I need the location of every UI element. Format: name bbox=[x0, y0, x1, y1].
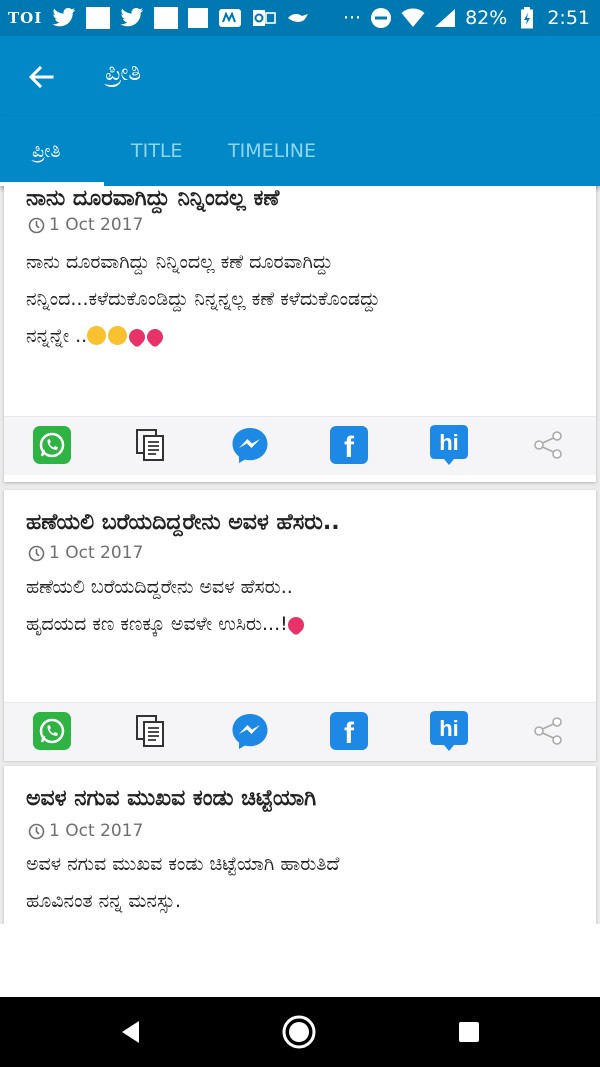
post-line: ಹೂವಿನಂತ ನನ್ನ ಮನಸ್ಸು. bbox=[26, 890, 181, 912]
post-line-text: ನನ್ನನ್ನೇ .. bbox=[26, 325, 88, 347]
hike-icon[interactable]: hi bbox=[430, 711, 468, 751]
post-line-text: ಹೃದಯದ ಕಣ ಕಣಕ್ಕೂ ಅವಳೇ ಉಸಿರು...! bbox=[26, 613, 288, 635]
more-notifications-icon: ··· bbox=[342, 7, 362, 29]
facebook-letter: f bbox=[344, 431, 355, 464]
post-card[interactable]: ಹಣೆಯಲಿ ಬರೆಯದಿದ್ದರೇನು ಅವಳ ಹೆಸರು.. 1 Oct 2… bbox=[4, 490, 596, 761]
sad-face-emoji-icon bbox=[87, 326, 107, 345]
post-title[interactable]: ಅವಳ ನಗುವ ಮುಖವ ಕಂಡು ಚಿಟ್ಟೆಯಾಗಿ bbox=[26, 786, 316, 811]
sad-face-emoji-icon bbox=[108, 326, 128, 345]
nav-back-icon[interactable] bbox=[114, 1015, 148, 1049]
post-line-with-emoji: ನನ್ನನ್ನೇ .. bbox=[26, 318, 380, 355]
post-line: ಅವಳ ನಗುವ ಮುಖವ ಕಂಡು ಚಿಟ್ಟೆಯಾಗಿ ಹಾರುತಿದೆ bbox=[26, 853, 340, 875]
square-notification-icon bbox=[154, 7, 179, 29]
share-icon[interactable] bbox=[529, 712, 567, 750]
facebook-letter: f bbox=[344, 717, 355, 750]
square-notification-icon bbox=[86, 7, 111, 29]
share-bar: f hi bbox=[4, 702, 596, 761]
post-line: ನಾನು ದೂರವಾಗಿದ್ದು ನಿನ್ನಿಂದಲ್ಲ ಕಣೆ ದೂರವಾಗಿ… bbox=[26, 251, 333, 273]
signal-icon bbox=[433, 6, 457, 30]
tab-bar: ಪ್ರೀತಿ TITLE TIMELINE bbox=[0, 116, 600, 186]
status-bar: TOI ··· 82% 2:51 bbox=[0, 0, 600, 36]
post-body: ನಾನು ದೂರವಾಗಿದ್ದು ನಿನ್ನಿಂದಲ್ಲ ಕಣೆ ದೂರವಾಗಿ… bbox=[26, 244, 380, 355]
toi-notification-icon: TOI bbox=[8, 9, 43, 27]
post-date-text: 1 Oct 2017 bbox=[49, 543, 144, 563]
hike-letters: hi bbox=[439, 716, 459, 741]
post-title[interactable]: ಹಣೆಯಲಿ ಬರೆಯದಿದ್ದರೇನು ಅವಳ ಹೆಸರು.. bbox=[26, 510, 340, 535]
share-bar: f hi bbox=[4, 416, 596, 475]
mywall-icon bbox=[218, 6, 242, 30]
post-card[interactable]: ನಾನು ದೂರವಾಗಿದ್ದು ನಿನ್ನಿಂದಲ್ಲ ಕಣೆ 1 Oct 2… bbox=[4, 186, 596, 482]
post-line: ಹಣೆಯಲಿ ಬರೆಯದಿದ್ದರೇನು ಅವಳ ಹೆಸರು.. bbox=[26, 576, 293, 598]
post-date: 1 Oct 2017 bbox=[28, 543, 143, 563]
post-body: ಹಣೆಯಲಿ ಬರೆಯದಿದ್ದರೇನು ಅವಳ ಹೆಸರು.. ಹೃದಯದ ಕ… bbox=[26, 569, 308, 643]
heart-emoji-icon bbox=[125, 325, 149, 349]
messenger-icon[interactable] bbox=[231, 426, 269, 464]
post-card[interactable]: ಅವಳ ನಗುವ ಮುಖವ ಕಂಡು ಚಿಟ್ಟೆಯಾಗಿ 1 Oct 2017… bbox=[4, 766, 596, 924]
share-icon[interactable] bbox=[529, 426, 567, 464]
post-body: ಅವಳ ನಗುವ ಮುಖವ ಕಂಡು ಚಿಟ್ಟೆಯಾಗಿ ಹಾರುತಿದೆ ಹ… bbox=[26, 846, 339, 920]
facebook-icon[interactable]: f bbox=[330, 712, 368, 750]
twitter-icon bbox=[52, 6, 76, 30]
post-date: 1 Oct 2017 bbox=[28, 821, 143, 841]
tab-title[interactable]: TITLE bbox=[131, 140, 182, 162]
clock-icon bbox=[28, 545, 45, 561]
tab-timeline[interactable]: TIMELINE bbox=[228, 140, 316, 162]
back-arrow-icon[interactable] bbox=[24, 60, 58, 94]
post-line-with-emoji: ಹೃದಯದ ಕಣ ಕಣಕ್ಕೂ ಅವಳೇ ಉಸಿರು...! bbox=[26, 606, 308, 643]
outlook-icon bbox=[252, 6, 277, 30]
messenger-icon[interactable] bbox=[231, 712, 269, 750]
battery-percent: 82% bbox=[465, 7, 508, 29]
post-feed[interactable]: ನಾನು ದೂರವಾಗಿದ್ದು ನಿನ್ನಿಂದಲ್ಲ ಕಣೆ 1 Oct 2… bbox=[0, 186, 600, 924]
app-bar: ಪ್ರೀತಿ bbox=[0, 36, 600, 116]
tab-preethi[interactable]: ಪ್ರೀತಿ bbox=[32, 140, 61, 162]
nav-home-icon[interactable] bbox=[282, 1015, 316, 1049]
bird-icon bbox=[286, 6, 310, 30]
heart-emoji-icon bbox=[143, 325, 167, 349]
clock-icon bbox=[28, 823, 45, 839]
facebook-icon[interactable]: f bbox=[330, 426, 368, 464]
post-date-text: 1 Oct 2017 bbox=[49, 821, 144, 841]
clock: 2:51 bbox=[547, 7, 590, 29]
post-line: ನನ್ನಿಂದ...ಕಳೆದುಕೊಂಡಿದ್ದು ನಿನ್ನನ್ನಲ್ಲ ಕಣೆ… bbox=[26, 288, 381, 310]
whatsapp-icon[interactable] bbox=[33, 426, 71, 464]
twitter-icon bbox=[120, 6, 144, 30]
nav-recents-icon[interactable] bbox=[452, 1015, 486, 1049]
battery-icon bbox=[515, 6, 539, 30]
system-navigation-bar bbox=[0, 997, 600, 1067]
copy-icon[interactable] bbox=[131, 426, 169, 464]
post-date-text: 1 Oct 2017 bbox=[49, 215, 144, 235]
wifi-icon bbox=[401, 6, 425, 30]
whatsapp-icon[interactable] bbox=[33, 712, 71, 750]
post-title[interactable]: ನಾನು ದೂರವಾಗಿದ್ದು ನಿನ್ನಿಂದಲ್ಲ ಕಣೆ bbox=[26, 186, 279, 211]
bottom-blank-area bbox=[0, 924, 600, 997]
dnd-icon bbox=[369, 6, 393, 30]
hike-icon[interactable]: hi bbox=[430, 425, 468, 465]
square-notification-icon bbox=[188, 8, 209, 28]
post-date: 1 Oct 2017 bbox=[28, 215, 143, 235]
clock-icon bbox=[28, 217, 45, 233]
page-title: ಪ್ರೀತಿ bbox=[105, 58, 142, 86]
hike-letters: hi bbox=[439, 430, 459, 455]
copy-icon[interactable] bbox=[131, 712, 169, 750]
